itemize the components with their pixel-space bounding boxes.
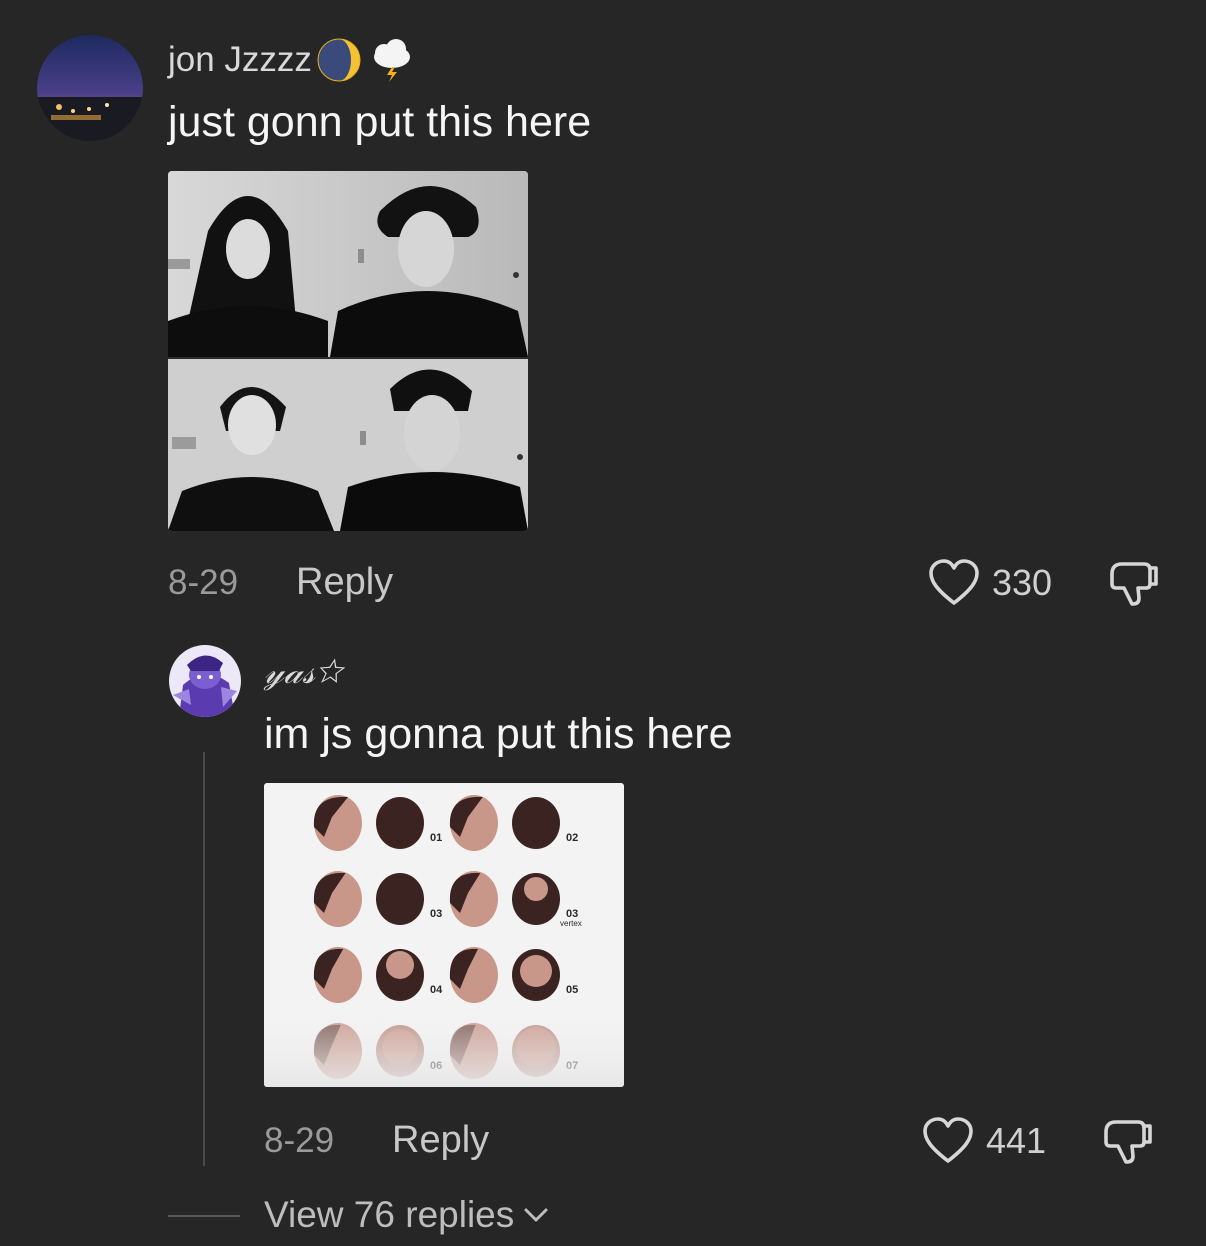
side-head-illustration — [449, 795, 498, 851]
like-count: 441 — [986, 1120, 1047, 1161]
comment-text: just gonn put this here — [168, 98, 592, 146]
bw-photo-grid-image — [168, 171, 528, 531]
thread-line — [203, 752, 205, 1166]
bottom-fade-overlay — [264, 1003, 624, 1087]
view-replies-divider — [168, 1215, 240, 1217]
heart-icon — [929, 559, 979, 605]
top-head-illustration — [376, 797, 424, 849]
like-count: 330 — [992, 562, 1053, 603]
reply-button[interactable]: Reply — [392, 1119, 489, 1162]
cloud-lightning-emoji-icon — [373, 39, 410, 82]
stage-label: 05 — [566, 984, 578, 996]
like-button[interactable]: 330 — [928, 558, 1052, 608]
avatar-night-city-image — [37, 35, 143, 141]
chevron-down-icon — [524, 1208, 548, 1222]
view-replies-button[interactable]: View 76 replies — [264, 1194, 550, 1236]
top-head-illustration — [376, 873, 424, 925]
comment-text: im js gonna put this here — [264, 710, 733, 758]
side-head-illustration — [313, 871, 362, 927]
side-head-illustration — [313, 947, 362, 1003]
dislike-icon[interactable] — [1108, 558, 1160, 610]
stage-label: 03 — [430, 908, 442, 920]
avatar-purple-drawing-image — [169, 645, 241, 717]
comment-date: 8-29 — [264, 1121, 335, 1160]
username[interactable]: 𝓎𝒶𝓈☆ — [264, 652, 343, 692]
dislike-icon[interactable] — [1102, 1116, 1154, 1168]
stage-label: 04 — [430, 984, 443, 996]
stage-label: 01 — [430, 832, 442, 844]
side-head-illustration — [313, 795, 362, 851]
comment-image[interactable]: 01020303vertex04050607 — [264, 783, 624, 1087]
like-button[interactable]: 441 — [922, 1116, 1046, 1166]
comment-date: 8-29 — [168, 563, 239, 602]
hair-loss-scale-image: 01020303vertex04050607 — [264, 795, 624, 1087]
stage-sublabel: vertex — [560, 919, 582, 928]
username[interactable]: jon Jzzzz — [168, 40, 312, 80]
view-replies-label: View 76 replies — [264, 1194, 515, 1235]
comment-image[interactable] — [168, 171, 528, 531]
side-head-illustration — [449, 947, 498, 1003]
avatar[interactable] — [37, 35, 143, 141]
comment-header: jon Jzzzz — [168, 37, 416, 83]
top-head-illustration — [512, 873, 560, 925]
reply-button[interactable]: Reply — [296, 561, 393, 604]
top-head-illustration — [512, 949, 560, 1001]
side-head-illustration — [449, 871, 498, 927]
heart-icon — [923, 1117, 973, 1163]
stage-label: 02 — [566, 832, 578, 844]
top-head-illustration — [512, 797, 560, 849]
avatar[interactable] — [169, 645, 241, 717]
top-head-illustration — [376, 949, 424, 1001]
moon-emoji-icon — [317, 38, 361, 82]
